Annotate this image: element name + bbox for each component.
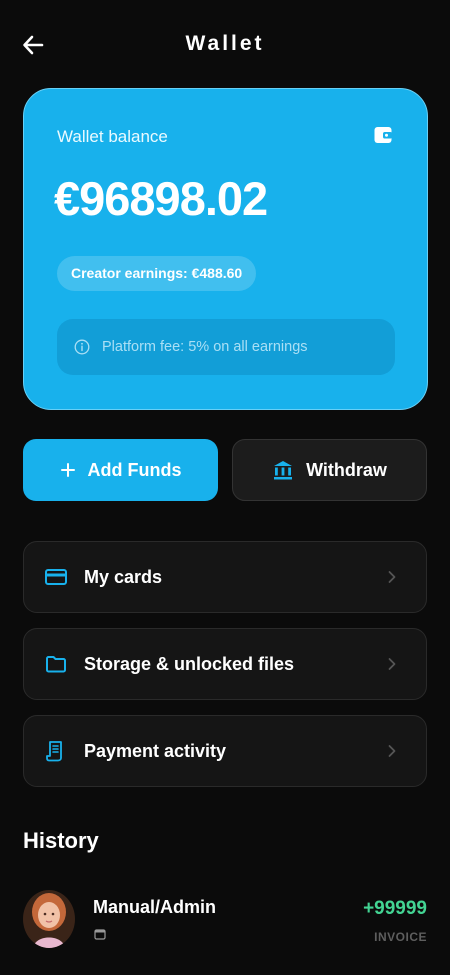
history-item-type: INVOICE — [374, 930, 427, 944]
balance-label: Wallet balance — [57, 127, 168, 146]
credit-card-icon — [44, 565, 68, 589]
menu-item-my-cards[interactable]: My cards — [23, 541, 427, 613]
platform-fee-text: Platform fee: 5% on all earnings — [102, 339, 308, 355]
chevron-right-icon — [382, 570, 402, 584]
chevron-right-icon — [382, 744, 402, 758]
menu-item-label: Payment activity — [84, 740, 227, 761]
chevron-right-icon — [382, 657, 402, 671]
page-title: Wallet — [185, 32, 265, 55]
wallet-balance-card: Wallet balance €96898.02 Creator earning… — [23, 88, 428, 410]
info-icon — [74, 339, 90, 355]
plus-icon — [60, 463, 75, 477]
calendar-icon — [94, 929, 106, 940]
wallet-icon — [374, 127, 392, 143]
history-heading: History — [23, 828, 99, 853]
menu-item-payment-activity[interactable]: Payment activity — [23, 715, 427, 787]
receipt-icon — [44, 739, 68, 763]
header: Wallet — [0, 0, 450, 90]
add-funds-button[interactable]: Add Funds — [23, 439, 218, 501]
platform-fee-notice: Platform fee: 5% on all earnings — [57, 319, 395, 375]
menu-item-label: My cards — [84, 566, 163, 587]
bank-icon — [274, 461, 293, 480]
balance-amount: €96898.02 — [54, 172, 268, 225]
folder-icon — [44, 652, 68, 676]
add-funds-label: Add Funds — [87, 459, 182, 480]
menu-item-label: Storage & unlocked files — [84, 653, 295, 674]
creator-earnings-badge: Creator earnings: €488.60 — [57, 256, 257, 291]
avatar — [23, 890, 75, 948]
history-item-title: Manual/Admin — [93, 897, 217, 917]
withdraw-label: Withdraw — [306, 459, 387, 480]
withdraw-button[interactable]: Withdraw — [232, 439, 427, 501]
history-item-amount: +99999 — [363, 898, 427, 919]
history-item[interactable]: Manual/Admin +99999 INVOICE — [23, 888, 427, 952]
menu-item-storage[interactable]: Storage & unlocked files — [23, 628, 427, 700]
